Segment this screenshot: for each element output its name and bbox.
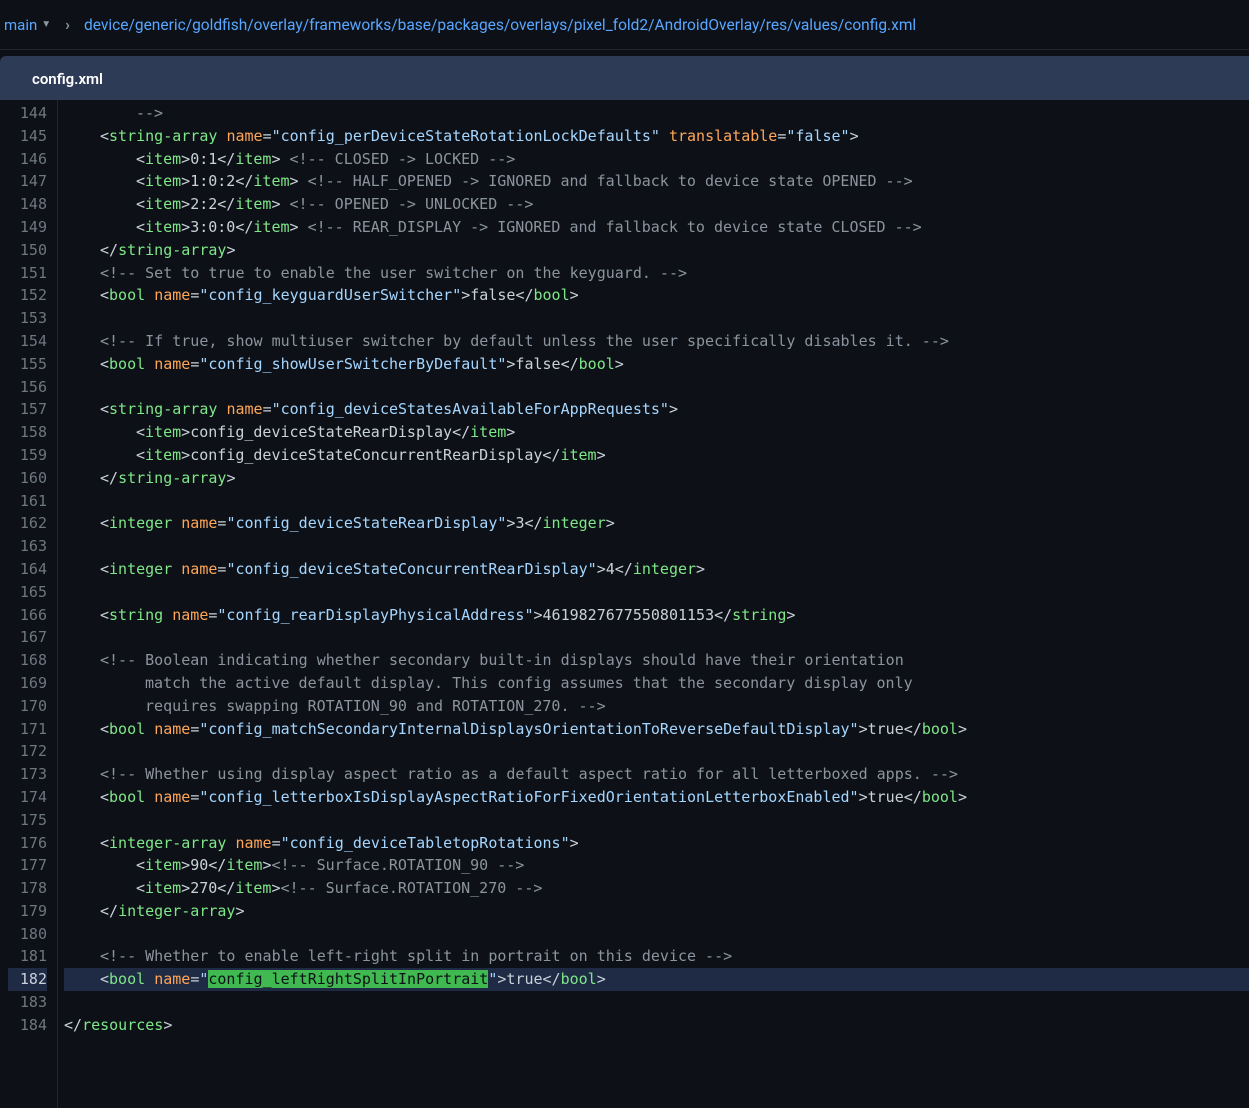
- code-line[interactable]: [64, 740, 1249, 763]
- line-number[interactable]: 181: [8, 945, 47, 968]
- code-line[interactable]: [64, 307, 1249, 330]
- code-line[interactable]: [64, 626, 1249, 649]
- code-line[interactable]: <!-- If true, show multiuser switcher by…: [64, 330, 1249, 353]
- code-line[interactable]: match the active default display. This c…: [64, 672, 1249, 695]
- line-number[interactable]: 162: [8, 512, 47, 535]
- code-line[interactable]: </string-array>: [64, 239, 1249, 262]
- line-number[interactable]: 169: [8, 672, 47, 695]
- line-number[interactable]: 155: [8, 353, 47, 376]
- line-number[interactable]: 176: [8, 832, 47, 855]
- code-line[interactable]: <item>270</item><!-- Surface.ROTATION_27…: [64, 877, 1249, 900]
- code-line[interactable]: <bool name="config_letterboxIsDisplayAsp…: [64, 786, 1249, 809]
- line-number[interactable]: 160: [8, 467, 47, 490]
- line-number[interactable]: 168: [8, 649, 47, 672]
- line-number[interactable]: 178: [8, 877, 47, 900]
- code-line[interactable]: <bool name="config_leftRightSplitInPortr…: [64, 968, 1249, 991]
- chevron-right-icon: ›: [65, 15, 70, 34]
- line-number[interactable]: 172: [8, 740, 47, 763]
- line-number[interactable]: 159: [8, 444, 47, 467]
- code-line[interactable]: <bool name="config_matchSecondaryInterna…: [64, 718, 1249, 741]
- breadcrumb-path[interactable]: device/generic/goldfish/overlay/framewor…: [84, 16, 916, 34]
- line-number[interactable]: 152: [8, 284, 47, 307]
- code-pane[interactable]: --><string-array name="config_perDeviceS…: [58, 100, 1249, 1108]
- code-line[interactable]: <!-- Whether using display aspect ratio …: [64, 763, 1249, 786]
- line-number[interactable]: 179: [8, 900, 47, 923]
- code-line[interactable]: <item>90</item><!-- Surface.ROTATION_90 …: [64, 854, 1249, 877]
- code-line[interactable]: [64, 923, 1249, 946]
- line-number[interactable]: 146: [8, 148, 47, 171]
- code-line[interactable]: <item>config_deviceStateRearDisplay</ite…: [64, 421, 1249, 444]
- line-number[interactable]: 154: [8, 330, 47, 353]
- code-line[interactable]: <item>3:0:0</item> <!-- REAR_DISPLAY -> …: [64, 216, 1249, 239]
- code-line[interactable]: [64, 490, 1249, 513]
- code-line[interactable]: requires swapping ROTATION_90 and ROTATI…: [64, 695, 1249, 718]
- line-number[interactable]: 175: [8, 809, 47, 832]
- line-number[interactable]: 171: [8, 718, 47, 741]
- top-bar: main ▼ › device/generic/goldfish/overlay…: [0, 0, 1249, 50]
- line-number[interactable]: 183: [8, 991, 47, 1014]
- code-line[interactable]: <!-- Whether to enable left-right split …: [64, 945, 1249, 968]
- code-line[interactable]: <item>0:1</item> <!-- CLOSED -> LOCKED -…: [64, 148, 1249, 171]
- line-number[interactable]: 166: [8, 604, 47, 627]
- line-number[interactable]: 145: [8, 125, 47, 148]
- line-number-gutter: 1441451461471481491501511521531541551561…: [0, 100, 58, 1108]
- line-number[interactable]: 177: [8, 854, 47, 877]
- line-number[interactable]: 150: [8, 239, 47, 262]
- code-line[interactable]: <item>2:2</item> <!-- OPENED -> UNLOCKED…: [64, 193, 1249, 216]
- line-number[interactable]: 174: [8, 786, 47, 809]
- line-number[interactable]: 161: [8, 490, 47, 513]
- code-line[interactable]: </resources>: [64, 1014, 1249, 1037]
- editor-area: 1441451461471481491501511521531541551561…: [0, 100, 1249, 1108]
- line-number[interactable]: 163: [8, 535, 47, 558]
- line-number[interactable]: 148: [8, 193, 47, 216]
- code-line[interactable]: <string name="config_rearDisplayPhysical…: [64, 604, 1249, 627]
- branch-name: main: [4, 16, 37, 34]
- branch-selector[interactable]: main ▼: [4, 16, 51, 34]
- code-line[interactable]: <integer name="config_deviceStateConcurr…: [64, 558, 1249, 581]
- line-number[interactable]: 180: [8, 923, 47, 946]
- code-line[interactable]: <integer name="config_deviceStateRearDis…: [64, 512, 1249, 535]
- code-line[interactable]: [64, 991, 1249, 1014]
- code-line[interactable]: [64, 581, 1249, 604]
- code-line[interactable]: </string-array>: [64, 467, 1249, 490]
- code-line[interactable]: [64, 809, 1249, 832]
- line-number[interactable]: 144: [8, 102, 47, 125]
- code-line[interactable]: <item>1:0:2</item> <!-- HALF_OPENED -> I…: [64, 170, 1249, 193]
- caret-down-icon: ▼: [41, 19, 51, 30]
- line-number[interactable]: 182: [8, 968, 47, 991]
- line-number[interactable]: 164: [8, 558, 47, 581]
- code-line[interactable]: <!-- Set to true to enable the user swit…: [64, 262, 1249, 285]
- code-line[interactable]: <bool name="config_keyguardUserSwitcher"…: [64, 284, 1249, 307]
- line-number[interactable]: 167: [8, 626, 47, 649]
- line-number[interactable]: 158: [8, 421, 47, 444]
- code-line[interactable]: <item>config_deviceStateConcurrentRearDi…: [64, 444, 1249, 467]
- file-tab-config-xml[interactable]: config.xml: [22, 58, 121, 100]
- line-number[interactable]: 173: [8, 763, 47, 786]
- line-number[interactable]: 153: [8, 307, 47, 330]
- line-number[interactable]: 170: [8, 695, 47, 718]
- line-number[interactable]: 149: [8, 216, 47, 239]
- line-number[interactable]: 184: [8, 1014, 47, 1037]
- code-line[interactable]: <!-- Boolean indicating whether secondar…: [64, 649, 1249, 672]
- code-line[interactable]: [64, 535, 1249, 558]
- code-line[interactable]: <string-array name="config_deviceStatesA…: [64, 398, 1249, 421]
- line-number[interactable]: 151: [8, 262, 47, 285]
- line-number[interactable]: 156: [8, 376, 47, 399]
- line-number[interactable]: 147: [8, 170, 47, 193]
- tab-bar: config.xml: [0, 56, 1249, 100]
- code-line[interactable]: <string-array name="config_perDeviceStat…: [64, 125, 1249, 148]
- code-line[interactable]: [64, 376, 1249, 399]
- line-number[interactable]: 165: [8, 581, 47, 604]
- code-line[interactable]: <bool name="config_showUserSwitcherByDef…: [64, 353, 1249, 376]
- code-line[interactable]: -->: [64, 102, 1249, 125]
- code-line[interactable]: <integer-array name="config_deviceTablet…: [64, 832, 1249, 855]
- line-number[interactable]: 157: [8, 398, 47, 421]
- code-line[interactable]: </integer-array>: [64, 900, 1249, 923]
